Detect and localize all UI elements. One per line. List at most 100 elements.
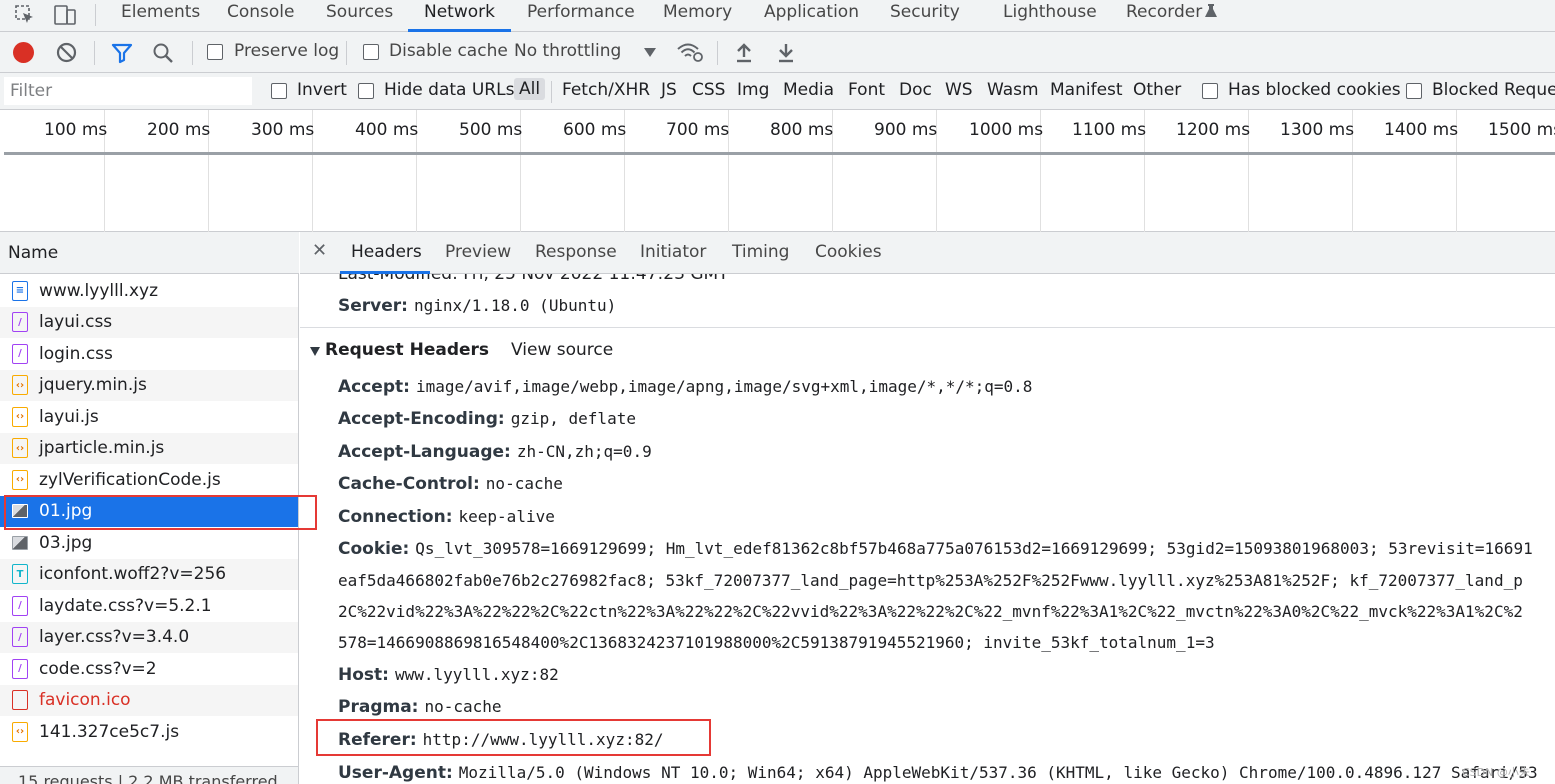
timeline-tick: 1200 ms	[1176, 120, 1251, 140]
request-row[interactable]: / layer.css?v=3.4.0	[0, 621, 298, 653]
tab-preview[interactable]: Preview	[445, 242, 511, 262]
response-header-server: Server: nginx/1.18.0 (Ubuntu)	[338, 296, 617, 316]
highlight-selected-request	[4, 495, 317, 530]
invert-label: Invert	[297, 80, 347, 100]
request-row[interactable]: ≡ www.lyylll.xyz	[0, 275, 298, 307]
request-name: iconfont.woff2?v=256	[39, 564, 227, 585]
request-row[interactable]: ‹› layui.js	[0, 401, 298, 433]
type-filter-media[interactable]: Media	[783, 80, 834, 100]
timeline-progress-bar	[4, 152, 1555, 155]
type-filter-other[interactable]: Other	[1133, 80, 1181, 100]
request-name: layui.js	[39, 406, 99, 427]
css-file-icon: /	[12, 343, 28, 364]
timeline-tick: 700 ms	[666, 120, 730, 140]
network-toolbar: Preserve log Disable cache No throttling	[0, 32, 1555, 73]
tab-console[interactable]: Console	[227, 0, 295, 32]
tab-performance[interactable]: Performance	[527, 0, 635, 32]
request-row[interactable]: / code.css?v=2	[0, 653, 298, 685]
tab-network[interactable]: Network	[424, 0, 495, 32]
network-conditions-icon[interactable]	[676, 40, 704, 64]
timeline-tick: 1000 ms	[969, 120, 1044, 140]
tab-application[interactable]: Application	[764, 0, 859, 32]
request-name: 03.jpg	[39, 532, 93, 553]
js-file-icon: ‹›	[12, 406, 28, 427]
close-icon[interactable]: ✕	[312, 240, 327, 261]
request-row[interactable]: favicon.ico	[0, 684, 298, 716]
tab-security[interactable]: Security	[890, 0, 960, 32]
header-cache-control: Cache-Control: no-cache	[338, 474, 563, 494]
timeline-tick: 500 ms	[459, 120, 523, 140]
triangle-down-icon[interactable]	[310, 347, 320, 356]
timeline-overview[interactable]: 100 ms 200 ms 300 ms 400 ms 500 ms 600 m…	[0, 110, 1555, 232]
name-column-header[interactable]: Name	[0, 232, 299, 274]
request-name: jquery.min.js	[39, 375, 147, 396]
header-accept-encoding: Accept-Encoding: gzip, deflate	[338, 409, 636, 429]
preserve-log-checkbox[interactable]	[207, 44, 223, 60]
js-file-icon: ‹›	[12, 469, 28, 490]
tab-cookies[interactable]: Cookies	[815, 242, 882, 262]
type-filter-css[interactable]: CSS	[692, 80, 725, 100]
js-file-icon: ‹›	[12, 438, 28, 459]
tab-timing[interactable]: Timing	[732, 242, 789, 262]
has-blocked-cookies-checkbox[interactable]	[1202, 83, 1218, 99]
tab-elements[interactable]: Elements	[121, 0, 200, 32]
request-row[interactable]: ‹› jquery.min.js	[0, 369, 298, 401]
blocked-requests-checkbox[interactable]	[1406, 83, 1422, 99]
header-connection: Connection: keep-alive	[338, 507, 555, 527]
type-filter-doc[interactable]: Doc	[899, 80, 932, 100]
header-cookie: Cookie: Qs_lvt_309578=1669129699; Hm_lvt_…	[338, 539, 1533, 559]
preserve-log-label: Preserve log	[234, 41, 340, 61]
search-icon[interactable]	[152, 42, 174, 64]
type-filter-ws[interactable]: WS	[945, 80, 973, 100]
hide-data-urls-checkbox[interactable]	[358, 83, 374, 99]
request-row[interactable]: ‹› 141.327ce5c7.js	[0, 716, 298, 748]
inspect-element-icon[interactable]	[14, 4, 36, 26]
tab-headers[interactable]: Headers	[351, 242, 422, 262]
import-har-icon[interactable]	[734, 41, 754, 63]
filter-input[interactable]	[4, 77, 252, 105]
type-filter-img[interactable]: Img	[737, 80, 769, 100]
tab-sources[interactable]: Sources	[326, 0, 393, 32]
clear-icon[interactable]	[56, 42, 77, 63]
request-name: layer.css?v=3.4.0	[39, 627, 190, 648]
header-host: Host: www.lyylll.xyz:82	[338, 665, 559, 685]
type-filter-fetch-xhr[interactable]: Fetch/XHR	[562, 80, 650, 100]
tab-initiator[interactable]: Initiator	[640, 242, 706, 262]
tab-memory[interactable]: Memory	[663, 0, 732, 32]
export-har-icon[interactable]	[776, 41, 796, 63]
request-row[interactable]: 03.jpg	[0, 527, 298, 559]
throttling-select[interactable]: No throttling	[514, 41, 621, 61]
type-filter-manifest[interactable]: Manifest	[1050, 80, 1123, 100]
request-row[interactable]: / laydate.css?v=5.2.1	[0, 590, 298, 622]
tab-lighthouse[interactable]: Lighthouse	[1003, 0, 1097, 32]
header-accept: Accept: image/avif,image/webp,image/apng,…	[338, 377, 1033, 397]
request-row[interactable]: ‹› zylVerificationCode.js	[0, 464, 298, 496]
watermark: CSDN @小朱	[1462, 766, 1530, 779]
type-filter-all[interactable]: All	[514, 78, 546, 100]
type-filter-js[interactable]: JS	[661, 80, 677, 100]
request-row[interactable]: Ticonfont.woff2?v=256	[0, 558, 298, 590]
tab-response[interactable]: Response	[535, 242, 617, 262]
css-file-icon: /	[12, 658, 28, 679]
request-row[interactable]: / login.css	[0, 338, 298, 370]
network-summary-bar: 15 requests | 2.2 MB transferred	[0, 766, 298, 784]
filter-icon[interactable]	[111, 42, 133, 64]
timeline-tick: 1500 ms	[1488, 120, 1555, 140]
view-source-link[interactable]: View source	[511, 340, 613, 360]
request-row[interactable]: / layui.css	[0, 306, 298, 338]
record-icon[interactable]	[13, 42, 34, 63]
type-filter-font[interactable]: Font	[848, 80, 885, 100]
blocked-requests-label: Blocked Reques	[1432, 80, 1555, 100]
section-divider	[300, 327, 1555, 328]
tab-recorder[interactable]: Recorder	[1126, 0, 1202, 32]
invert-checkbox[interactable]	[271, 83, 287, 99]
request-headers-title[interactable]: Request Headers	[325, 340, 489, 360]
type-filter-wasm[interactable]: Wasm	[987, 80, 1039, 100]
device-toolbar-icon[interactable]	[52, 3, 78, 27]
js-file-icon: ‹›	[12, 721, 28, 742]
dropdown-arrow-icon[interactable]	[644, 48, 656, 57]
filter-bar: Invert Hide data URLs All Fetch/XHR JS C…	[0, 73, 1555, 110]
disable-cache-checkbox[interactable]	[363, 44, 379, 60]
css-file-icon: /	[12, 312, 28, 333]
request-row[interactable]: ‹› jparticle.min.js	[0, 432, 298, 464]
